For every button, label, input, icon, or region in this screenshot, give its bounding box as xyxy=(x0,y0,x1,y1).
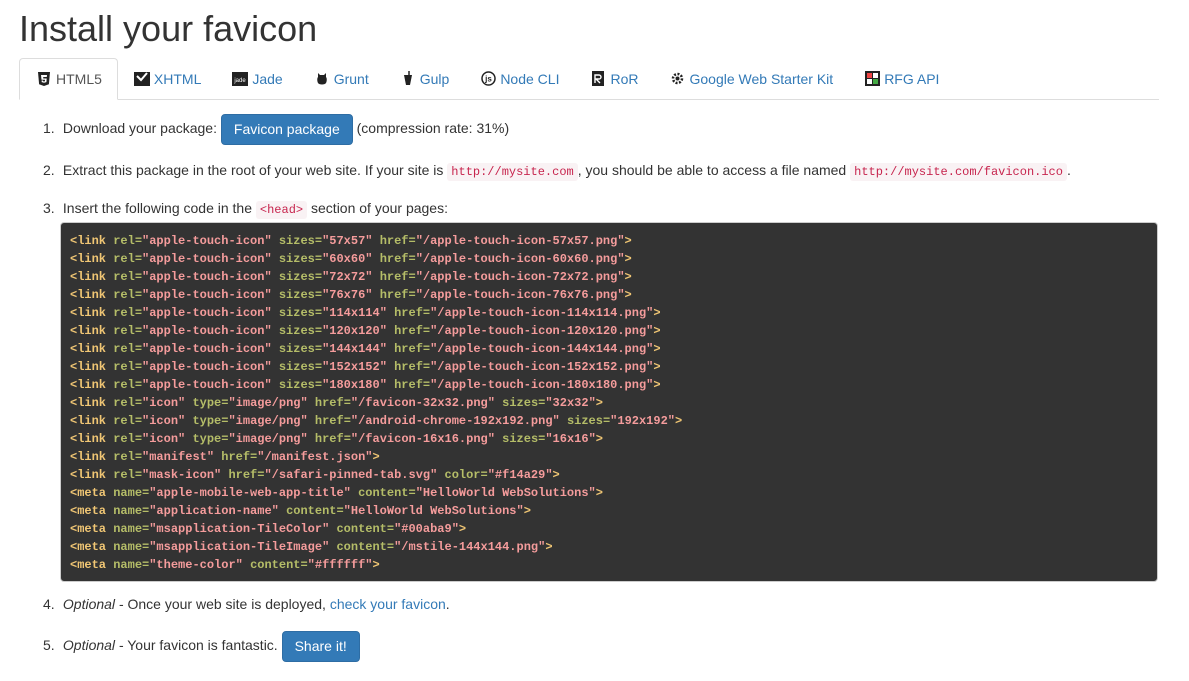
tab-label: Gulp xyxy=(419,70,450,87)
code-block[interactable]: <link rel="apple-touch-icon" sizes="57x5… xyxy=(60,222,1158,582)
code-line: <link rel="apple-touch-icon" sizes="180x… xyxy=(70,378,661,392)
node-cli-icon: js xyxy=(480,71,496,87)
code-line: <link rel="apple-touch-icon" sizes="72x7… xyxy=(70,270,632,284)
site-url-code: http://mysite.com xyxy=(447,163,578,181)
favicon-package-button[interactable]: Favicon package xyxy=(220,113,353,145)
step-3: 3. Insert the following code in the <hea… xyxy=(43,200,448,219)
svg-text:jade: jade xyxy=(234,78,247,84)
code-line: <link rel="apple-touch-icon" sizes="152x… xyxy=(70,360,661,374)
gear-icon xyxy=(669,71,685,87)
tab-label: HTML5 xyxy=(56,71,102,87)
code-line: <link rel="icon" type="image/png" href="… xyxy=(70,432,603,446)
step-5: 5. Optional - Your favicon is fantastic.… xyxy=(43,628,360,662)
tab-html5[interactable]: HTML5 xyxy=(19,58,118,100)
code-line: <meta name="theme-color" content="#fffff… xyxy=(70,558,380,572)
rfg-api-icon xyxy=(864,71,880,87)
code-line: <meta name="msapplication-TileImage" con… xyxy=(70,540,553,554)
code-line: <meta name="application-name" content="H… xyxy=(70,504,531,518)
tab-google-web-starter-kit[interactable]: Google Web Starter Kit xyxy=(653,58,848,99)
page-title: Install your favicon xyxy=(19,8,318,49)
jade-icon: jade xyxy=(232,71,249,87)
code-line: <meta name="apple-mobile-web-app-title" … xyxy=(70,486,603,500)
tab-xhtml[interactable]: XHTML xyxy=(118,58,216,99)
tab-label: Node CLI xyxy=(500,70,560,87)
step-4: 4. Optional - Once your web site is depl… xyxy=(43,596,450,612)
ror-icon xyxy=(590,71,606,87)
xhtml-icon xyxy=(133,71,150,87)
step-1: 1. Download your package: Favicon packag… xyxy=(43,113,509,145)
tab-gulp[interactable]: Gulp xyxy=(384,58,465,99)
tab-ror[interactable]: RoR xyxy=(574,58,653,99)
tab-label: Grunt xyxy=(333,70,369,87)
code-line: <link rel="apple-touch-icon" sizes="144x… xyxy=(70,342,661,356)
code-line: <link rel="apple-touch-icon" sizes="114x… xyxy=(70,306,661,320)
code-line: <link rel="icon" type="image/png" href="… xyxy=(70,414,683,428)
tab-rfg-api[interactable]: RFG API xyxy=(848,58,954,99)
svg-text:js: js xyxy=(484,75,492,84)
tab-label: XHTML xyxy=(153,70,202,87)
code-line: <link rel="manifest" href="/manifest.jso… xyxy=(70,450,380,464)
tab-label: Google Web Starter Kit xyxy=(689,70,834,87)
grunt-icon xyxy=(314,71,330,87)
tab-grunt[interactable]: Grunt xyxy=(298,58,384,99)
code-line: <link rel="apple-touch-icon" sizes="120x… xyxy=(70,324,661,338)
check-favicon-link[interactable]: check your favicon xyxy=(330,596,446,612)
tab-label: Jade xyxy=(252,70,283,87)
gulp-icon xyxy=(400,71,416,87)
step-2: 2. Extract this package in the root of y… xyxy=(43,162,1071,181)
favicon-url-code: http://mysite.com/favicon.ico xyxy=(850,163,1067,181)
tab-label: RoR xyxy=(610,70,639,87)
code-line: <link rel="apple-touch-icon" sizes="57x5… xyxy=(70,234,632,248)
code-line: <link rel="apple-touch-icon" sizes="76x7… xyxy=(70,288,632,302)
code-line: <meta name="msapplication-TileColor" con… xyxy=(70,522,467,536)
share-button[interactable]: Share it! xyxy=(281,630,360,662)
tab-label: RFG API xyxy=(884,70,940,87)
tab-jade[interactable]: jade Jade xyxy=(216,58,297,99)
code-line: <link rel="apple-touch-icon" sizes="60x6… xyxy=(70,252,632,266)
tab-node-cli[interactable]: js Node CLI xyxy=(464,58,574,99)
code-line: <link rel="icon" type="image/png" href="… xyxy=(70,396,603,410)
code-line: <link rel="mask-icon" href="/safari-pinn… xyxy=(70,468,560,482)
tab-bar: HTML5 XHTML jade Jade Grunt Gulp js Node… xyxy=(19,58,1159,100)
head-tag-code: <head> xyxy=(255,201,308,219)
html5-icon xyxy=(36,71,52,87)
code-content: <link rel="apple-touch-icon" sizes="57x5… xyxy=(70,232,1148,574)
